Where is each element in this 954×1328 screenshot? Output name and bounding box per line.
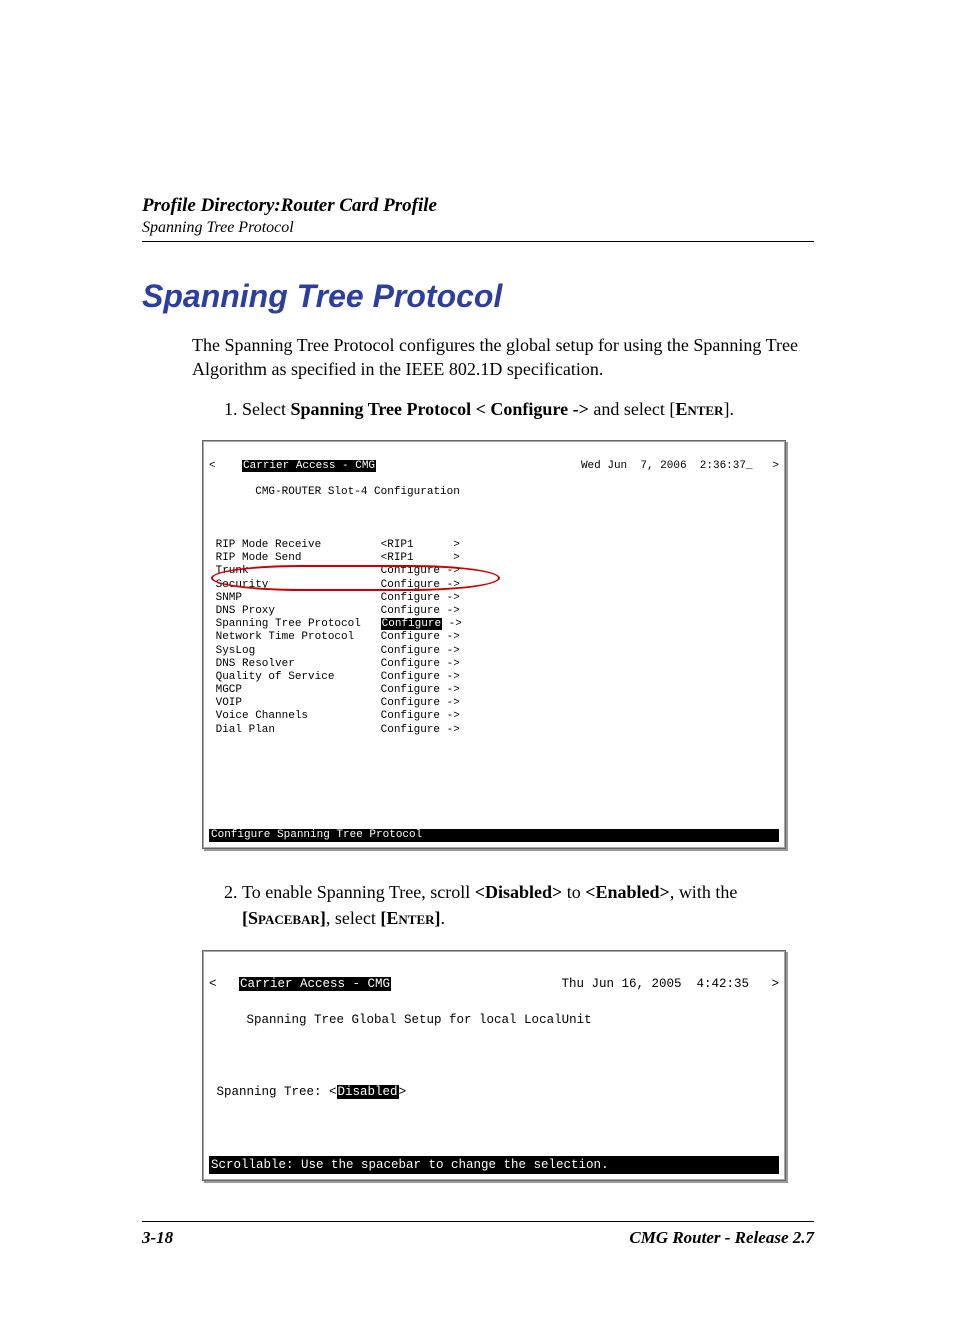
step1-pre: Select bbox=[242, 399, 290, 419]
term1-title: Carrier Access - CMG bbox=[242, 460, 376, 472]
footer-rule bbox=[142, 1221, 814, 1222]
step-2: To enable Spanning Tree, scroll <Disable… bbox=[242, 879, 814, 931]
config-row: SysLog Configure -> bbox=[209, 645, 779, 658]
term2-title: Carrier Access - CMG bbox=[239, 977, 391, 991]
step2-mid1: to bbox=[562, 882, 585, 902]
step2-pre: To enable Spanning Tree, scroll bbox=[242, 882, 475, 902]
instruction-list-2: To enable Spanning Tree, scroll <Disable… bbox=[212, 879, 814, 931]
page-footer: 3-18 CMG Router - Release 2.7 bbox=[142, 1228, 814, 1248]
header-rule bbox=[142, 241, 814, 242]
term2-subtitle: Spanning Tree Global Setup for local Loc… bbox=[247, 1013, 592, 1027]
header-title: Profile Directory:Router Card Profile bbox=[142, 195, 814, 217]
config-row: MGCP Configure -> bbox=[209, 684, 779, 697]
config-row: Network Time Protocol Configure -> bbox=[209, 631, 779, 644]
config-row: Dial Plan Configure -> bbox=[209, 724, 779, 737]
step2-disabled: <Disabled> bbox=[475, 882, 563, 902]
config-row: RIP Mode Receive <RIP1 > bbox=[209, 539, 779, 552]
term1-subtitle: CMG-ROUTER Slot-4 Configuration bbox=[255, 486, 460, 498]
step2-mid2: , with the bbox=[670, 882, 738, 902]
term2-field-value: Disabled bbox=[337, 1085, 399, 1099]
config-row: DNS Proxy Configure -> bbox=[209, 605, 779, 618]
doc-title: CMG Router - Release 2.7 bbox=[629, 1228, 814, 1248]
page-number: 3-18 bbox=[142, 1228, 173, 1248]
term1-status-bar: Configure Spanning Tree Protocol bbox=[209, 829, 779, 842]
instruction-list: Select Spanning Tree Protocol < Configur… bbox=[212, 396, 814, 422]
config-row: Spanning Tree Protocol Configure -> bbox=[209, 618, 779, 631]
term1-datetime: Wed Jun 7, 2006 2:36:37_ bbox=[581, 460, 753, 472]
terminal-2-content: < Carrier Access - CMGThu Jun 16, 2005 4… bbox=[209, 957, 779, 1175]
terminal-1-content: < Carrier Access - CMGWed Jun 7, 2006 2:… bbox=[209, 447, 779, 843]
step2-mid3: , select bbox=[326, 908, 380, 928]
step1-post: ]. bbox=[723, 399, 734, 419]
enter-key-2: Enter bbox=[386, 908, 434, 928]
config-row: RIP Mode Send <RIP1 > bbox=[209, 552, 779, 565]
step2-enabled: <Enabled> bbox=[585, 882, 670, 902]
section-heading: Spanning Tree Protocol bbox=[142, 278, 814, 315]
step-1: Select Spanning Tree Protocol < Configur… bbox=[242, 396, 814, 422]
config-row: Voice Channels Configure -> bbox=[209, 710, 779, 723]
header-subtitle: Spanning Tree Protocol bbox=[142, 219, 814, 237]
intro-paragraph: The Spanning Tree Protocol configures th… bbox=[192, 333, 814, 382]
config-row: Trunk Configure -> bbox=[209, 565, 779, 578]
spacebar-key: Spacebar bbox=[248, 908, 320, 928]
config-row: DNS Resolver Configure -> bbox=[209, 658, 779, 671]
term2-datetime: Thu Jun 16, 2005 4:42:35 bbox=[561, 977, 749, 991]
config-row: Quality of Service Configure -> bbox=[209, 671, 779, 684]
config-row: SNMP Configure -> bbox=[209, 592, 779, 605]
config-row: VOIP Configure -> bbox=[209, 697, 779, 710]
running-header: Profile Directory:Router Card Profile Sp… bbox=[142, 195, 814, 242]
term2-status-bar: Scrollable: Use the spacebar to change t… bbox=[209, 1156, 779, 1174]
enter-key: Enter bbox=[675, 399, 723, 419]
step1-bold: Spanning Tree Protocol < Configure -> bbox=[290, 399, 588, 419]
term2-field-label: Spanning Tree: < bbox=[217, 1085, 337, 1099]
config-row: Security Configure -> bbox=[209, 579, 779, 592]
terminal-screenshot-2: < Carrier Access - CMGThu Jun 16, 2005 4… bbox=[202, 950, 786, 1182]
term2-field-post: > bbox=[399, 1085, 407, 1099]
step2-post: . bbox=[441, 908, 446, 928]
terminal-screenshot-1: < Carrier Access - CMGWed Jun 7, 2006 2:… bbox=[202, 440, 786, 850]
step1-mid: and select [ bbox=[589, 399, 675, 419]
